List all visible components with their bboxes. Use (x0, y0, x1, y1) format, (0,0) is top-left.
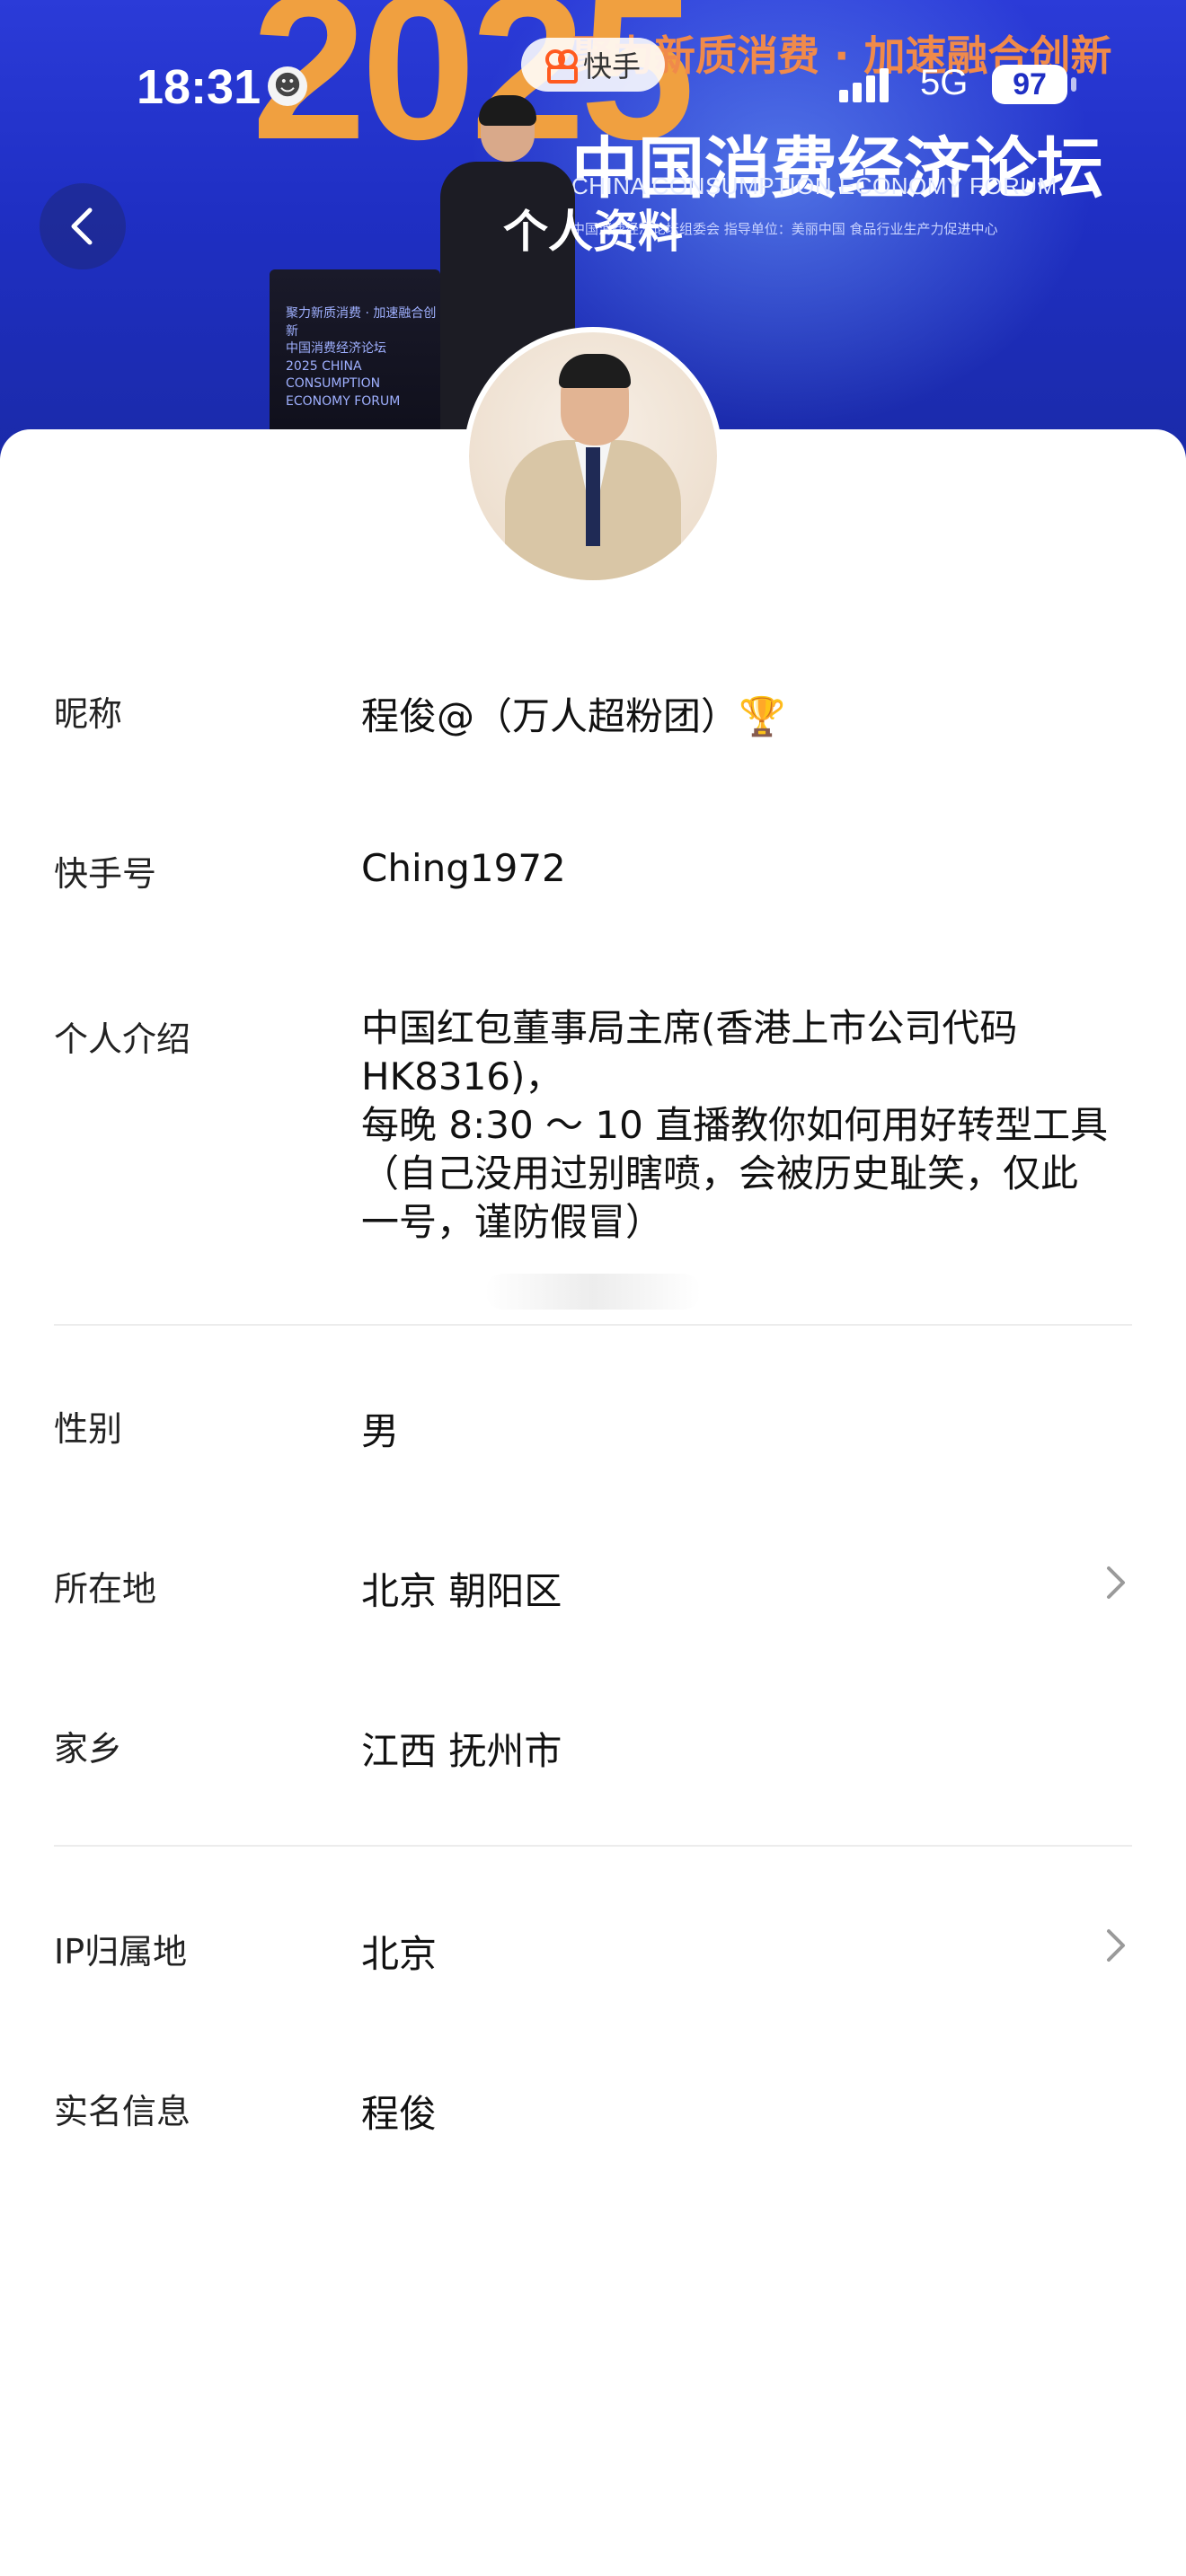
network-type: 5G (920, 63, 969, 102)
nickname-label: 昵称 (54, 694, 123, 734)
bio-label: 个人介绍 (54, 1019, 191, 1059)
kuaishou-id-value: Ching1972 (361, 846, 566, 890)
real-name-label: 实名信息 (54, 2092, 191, 2131)
chevron-right-icon (1107, 1929, 1125, 1962)
gender-value: 男 (361, 1409, 400, 1453)
profile-sheet (0, 429, 1186, 2576)
status-time: 18:31 (137, 60, 261, 114)
real-name-value: 程俊 (361, 2092, 438, 2136)
kuaishou-app-pill[interactable]: 快手 (521, 38, 665, 92)
kuaishou-logo-icon (544, 49, 578, 84)
ip-location-value: 北京 (361, 1932, 438, 1976)
kuaishou-id-label: 快手号 (54, 854, 157, 894)
avatar[interactable] (464, 327, 722, 586)
battery-icon: 97 (992, 65, 1067, 104)
podium-text: 聚力新质消费 · 加速融合创新 中国消费经济论坛 2025 CHINA CONS… (286, 306, 437, 409)
hometown-value: 江西 抚州市 (361, 1729, 562, 1773)
ip-location-label: IP归属地 (54, 1932, 188, 1972)
signal-icon (839, 66, 902, 102)
page-title: 个人资料 (503, 206, 683, 258)
location-value: 北京 朝阳区 (361, 1569, 562, 1613)
bio-value: 中国红包董事局主席(香港上市公司代码 HK8316)， 每晚 8:30 ～ 10… (361, 1006, 1109, 1244)
app-name: 快手 (582, 49, 641, 84)
chevron-right-icon (1107, 1566, 1125, 1599)
gender-label: 性别 (54, 1409, 123, 1449)
bio-scroll-hint (485, 1274, 701, 1310)
hometown-label: 家乡 (54, 1729, 123, 1769)
section-divider (54, 1845, 1132, 1847)
status-emoji-icon: ☻ (268, 66, 307, 106)
location-label: 所在地 (54, 1569, 157, 1609)
section-divider (54, 1324, 1132, 1326)
nickname-value: 程俊@（万人超粉团）🏆 (361, 694, 786, 738)
battery-tip (1071, 77, 1076, 92)
